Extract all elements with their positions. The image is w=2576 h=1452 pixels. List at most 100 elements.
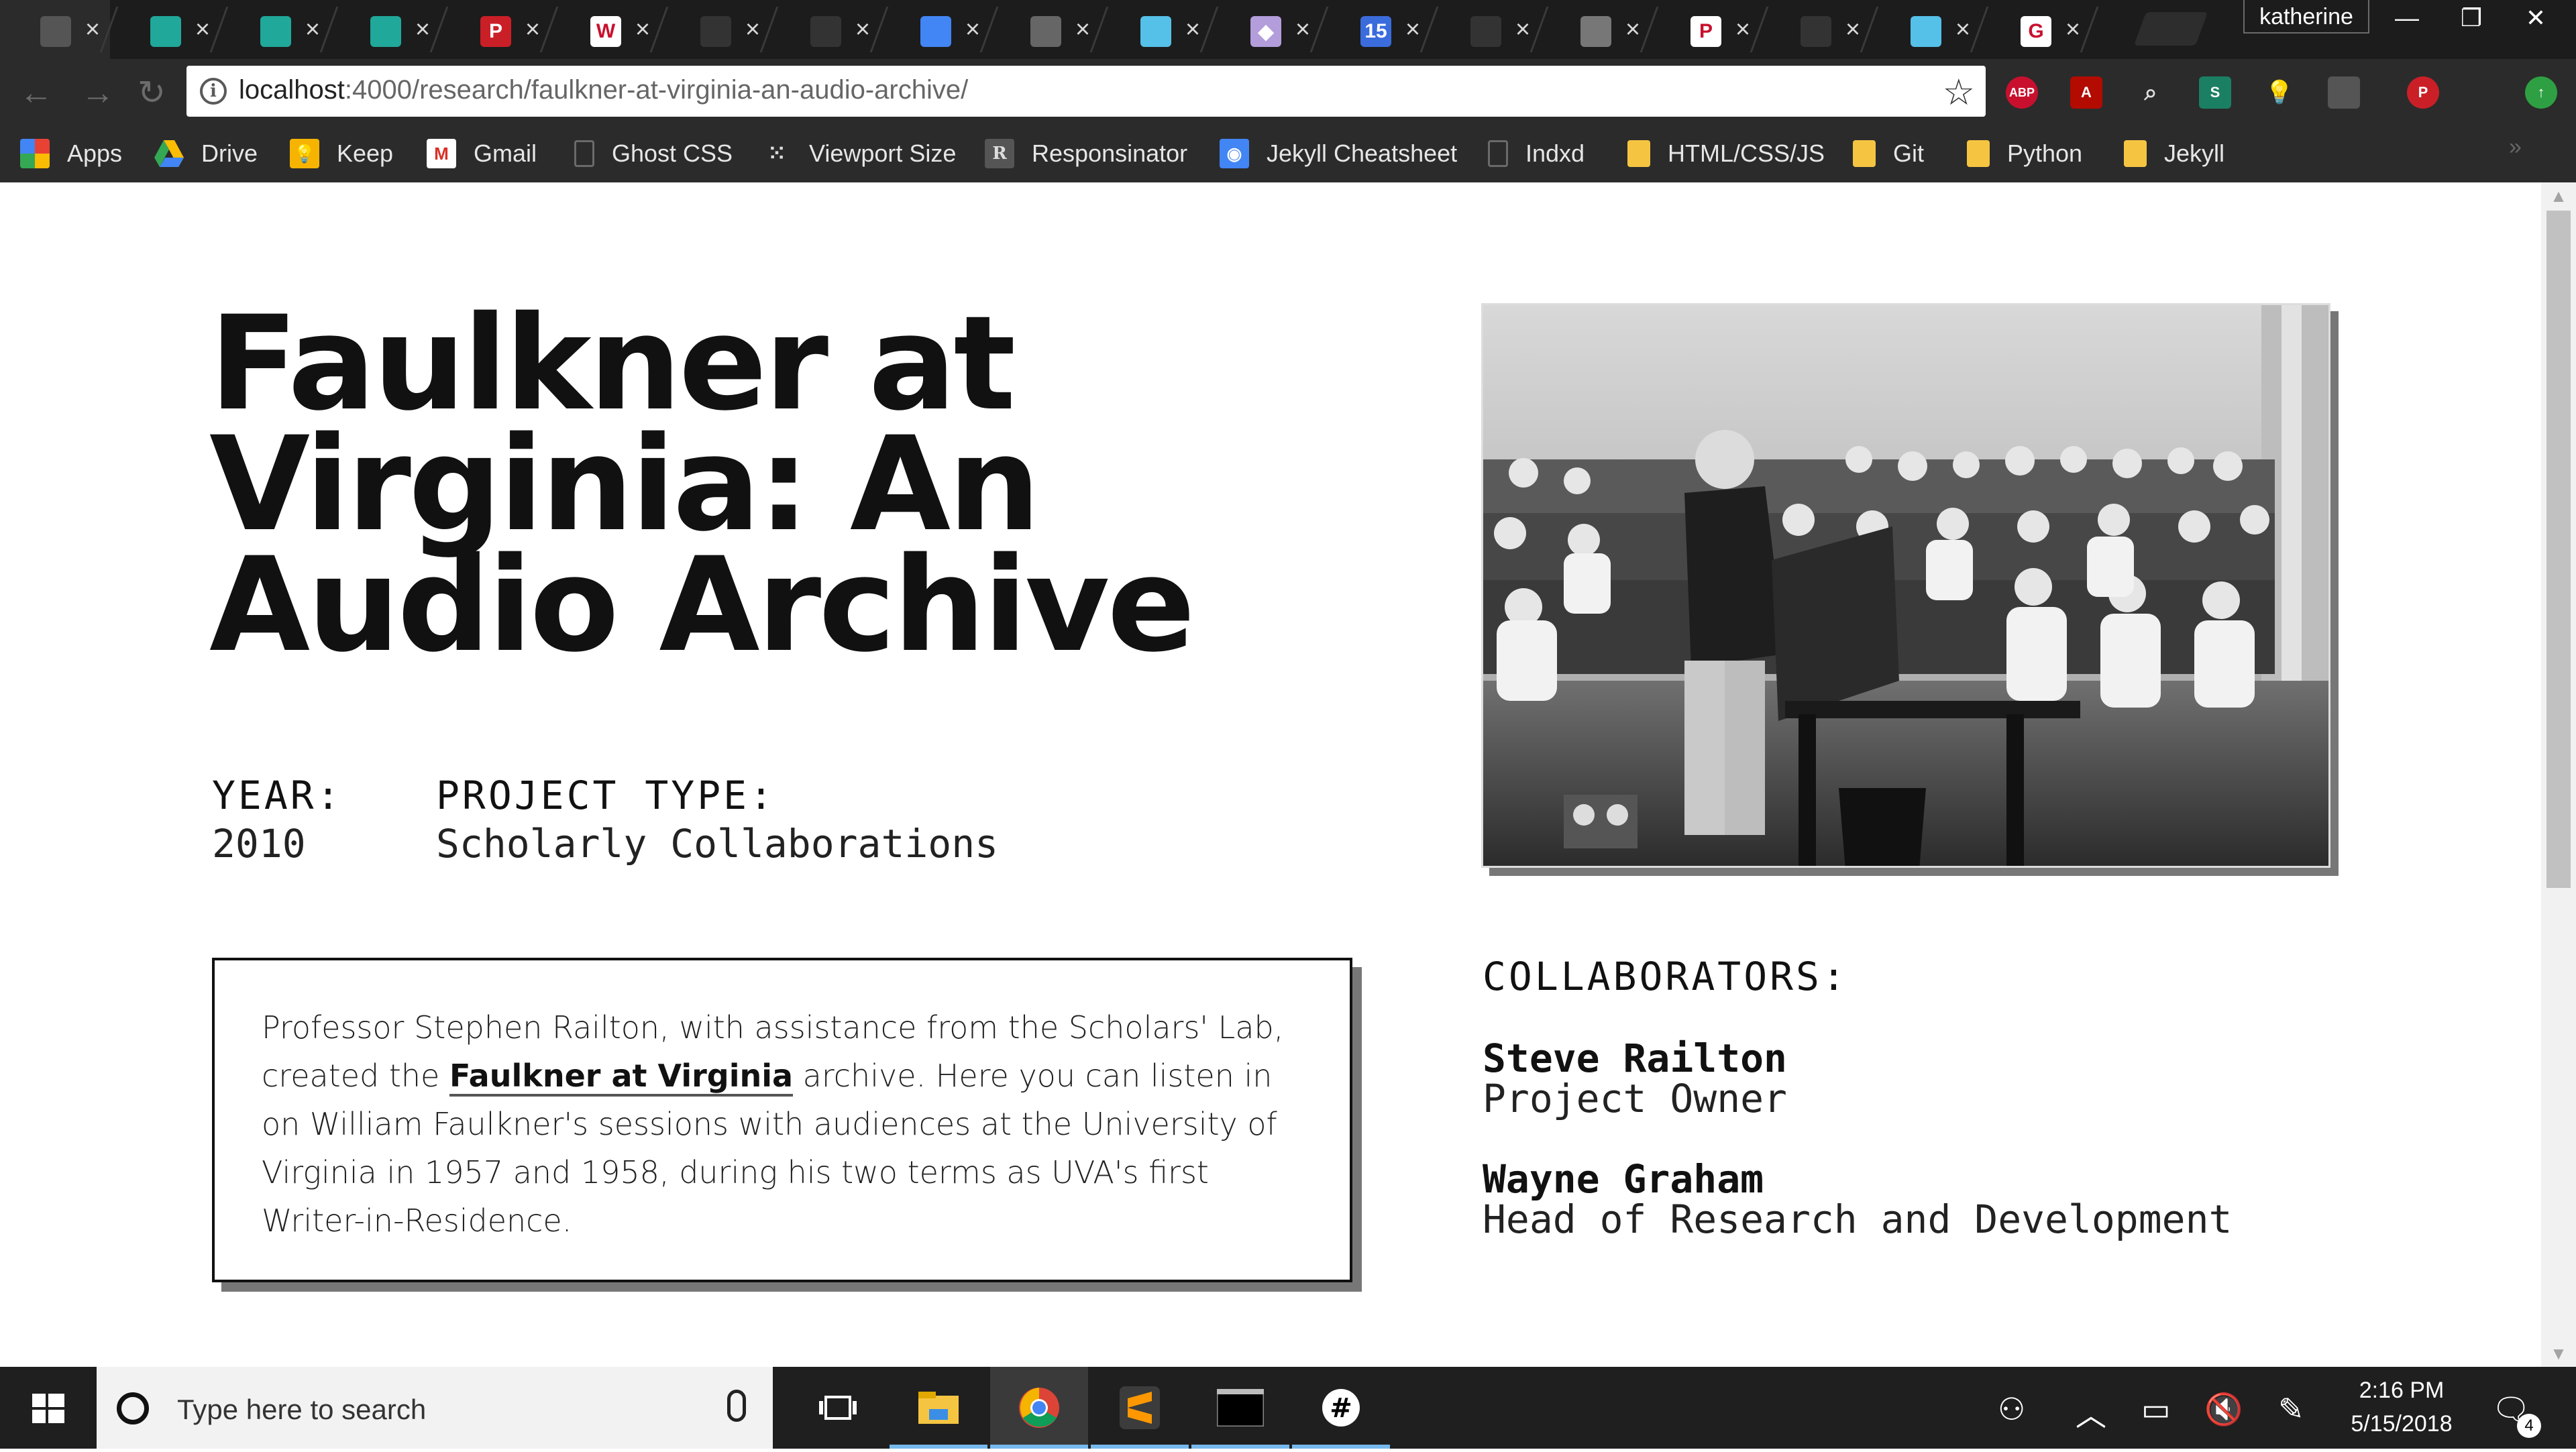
minimize-button[interactable]: — xyxy=(2375,0,2439,36)
tab-close-icon[interactable]: × xyxy=(1509,13,1536,46)
browser-tab[interactable]: × xyxy=(1100,0,1219,59)
browser-tab[interactable]: 15 × xyxy=(1320,0,1439,59)
browser-tab[interactable]: × xyxy=(220,0,339,59)
tab-close-icon[interactable]: × xyxy=(79,13,106,46)
clock-date[interactable]: 5/15/2018 xyxy=(2328,1411,2475,1437)
tab-close-icon[interactable]: × xyxy=(2059,13,2086,46)
tab-close-icon[interactable]: × xyxy=(1069,13,1096,46)
show-hidden-icons-icon[interactable]: ︿ xyxy=(2076,1391,2106,1435)
tab-close-icon[interactable]: × xyxy=(849,13,876,46)
faulkner-at-virginia-link[interactable]: Faulkner at Virginia xyxy=(449,1058,794,1097)
adblock-icon[interactable]: ABP xyxy=(2006,76,2038,109)
bookmark-label: Responsinator xyxy=(1032,139,1188,167)
profile-button[interactable]: katherine xyxy=(2243,0,2369,34)
s-extension-icon[interactable]: S xyxy=(2199,76,2231,109)
bookmark-folder-jekyll[interactable]: Jekyll xyxy=(2124,137,2224,170)
browser-tab[interactable]: ◆ × xyxy=(1210,0,1329,59)
browser-tab[interactable]: × xyxy=(880,0,999,59)
browser-tab[interactable]: W × xyxy=(550,0,669,59)
bookmark-gmail[interactable]: M Gmail xyxy=(427,137,537,170)
volume-muted-icon[interactable]: 🔇 xyxy=(2204,1391,2243,1428)
restore-button[interactable]: ❐ xyxy=(2439,0,2504,36)
tab-favicon-icon: ◆ xyxy=(1250,16,1281,47)
tab-close-icon[interactable]: × xyxy=(1179,13,1206,46)
bookmark-star-icon[interactable]: ☆ xyxy=(1943,71,1975,113)
info-icon[interactable]: i xyxy=(200,78,227,105)
file-explorer-icon[interactable] xyxy=(890,1367,987,1449)
tab-close-icon[interactable]: × xyxy=(299,13,326,46)
tab-close-icon[interactable]: × xyxy=(959,13,986,46)
people-icon[interactable]: ⚇ xyxy=(1998,1391,2025,1427)
clock-time[interactable]: 2:16 PM xyxy=(2328,1378,2475,1404)
tab-favicon-icon xyxy=(260,16,291,47)
browser-tab[interactable]: × xyxy=(660,0,779,59)
pen-workspace-icon[interactable]: ✎ xyxy=(2278,1391,2304,1427)
tab-close-icon[interactable]: × xyxy=(1729,13,1756,46)
bookmark-viewport-size[interactable]: ⁙ Viewport Size xyxy=(762,137,957,170)
bookmark-apps[interactable]: Apps xyxy=(20,137,122,170)
url-host: localhost xyxy=(239,75,345,105)
browser-tab[interactable]: × xyxy=(770,0,889,59)
back-arrow-icon[interactable]: ← xyxy=(16,72,56,113)
address-bar[interactable]: i localhost:4000/research/faulkner-at-vi… xyxy=(186,66,1986,117)
acrobat-icon[interactable]: A xyxy=(2070,76,2102,109)
tab-close-icon[interactable]: × xyxy=(189,13,216,46)
tab-close-icon[interactable]: × xyxy=(1619,13,1646,46)
extension-icon[interactable] xyxy=(2328,76,2360,109)
tab-close-icon[interactable]: × xyxy=(629,13,656,46)
microphone-icon[interactable] xyxy=(727,1390,746,1422)
browser-tab[interactable]: × xyxy=(1760,0,1879,59)
bookmark-folder-python[interactable]: Python xyxy=(1967,137,2082,170)
tab-close-icon[interactable]: × xyxy=(1399,13,1426,46)
tab-close-icon[interactable]: × xyxy=(1949,13,1976,46)
browser-tab[interactable]: × xyxy=(330,0,449,59)
tab-close-icon[interactable]: × xyxy=(1289,13,1316,46)
sublime-text-icon[interactable] xyxy=(1091,1367,1189,1449)
tab-close-icon[interactable]: × xyxy=(409,13,436,46)
browser-tab[interactable]: × xyxy=(1430,0,1549,59)
browser-tab[interactable]: G × xyxy=(1980,0,2099,59)
bookmark-keep[interactable]: 💡 Keep xyxy=(290,137,393,170)
slack-icon[interactable]: # xyxy=(1292,1367,1390,1449)
bookmark-indxd[interactable]: Indxd xyxy=(1488,137,1585,170)
reload-icon[interactable]: ↻ xyxy=(131,72,172,113)
bookmark-ghost-css[interactable]: Ghost CSS xyxy=(574,137,733,170)
faulkner-lecture-photo xyxy=(1481,303,2330,868)
windows-start-icon[interactable] xyxy=(0,1367,97,1449)
search-extension-icon[interactable]: ⌕ xyxy=(2135,76,2167,109)
browser-tab[interactable]: × xyxy=(110,0,229,59)
browser-tab[interactable]: × xyxy=(1870,0,1989,59)
scroll-down-arrow-icon[interactable]: ▼ xyxy=(2541,1340,2576,1367)
battery-icon[interactable]: ▭ xyxy=(2141,1391,2170,1427)
vertical-scrollbar[interactable]: ▲ ▼ xyxy=(2541,182,2576,1367)
pinterest-icon[interactable]: P xyxy=(2407,76,2439,109)
terminal-icon[interactable] xyxy=(1191,1367,1289,1449)
browser-tab[interactable]: × xyxy=(990,0,1109,59)
bookmark-jekyll-cheatsheet[interactable]: ◉ Jekyll Cheatsheet xyxy=(1220,137,1457,170)
tab-close-icon[interactable]: × xyxy=(1839,13,1866,46)
bookmark-drive[interactable]: Drive xyxy=(154,137,258,170)
scroll-up-arrow-icon[interactable]: ▲ xyxy=(2541,182,2576,209)
bookmark-folder-git[interactable]: Git xyxy=(1853,137,1924,170)
tab-close-icon[interactable]: × xyxy=(739,13,766,46)
jekyll-icon: ◉ xyxy=(1220,139,1249,168)
new-tab-button[interactable] xyxy=(2133,12,2208,46)
bookmarks-overflow-icon[interactable]: » xyxy=(2509,134,2522,160)
browser-tab[interactable]: × xyxy=(1540,0,1659,59)
chrome-taskbar-icon[interactable] xyxy=(990,1367,1088,1449)
tab-close-icon[interactable]: × xyxy=(519,13,546,46)
scroll-thumb[interactable] xyxy=(2546,211,2571,888)
bookmark-folder-html-css-js[interactable]: HTML/CSS/JS xyxy=(1627,137,1825,170)
forward-arrow-icon[interactable]: → xyxy=(78,72,118,113)
close-window-button[interactable]: ✕ xyxy=(2504,0,2568,36)
task-view-icon[interactable] xyxy=(789,1367,887,1449)
bulb-icon[interactable]: 💡 xyxy=(2263,76,2296,109)
update-icon[interactable]: ↑ xyxy=(2525,76,2557,109)
browser-tab[interactable]: × xyxy=(0,0,119,59)
taskbar-search-box[interactable]: Type here to search xyxy=(97,1367,773,1449)
url-text[interactable]: localhost:4000/research/faulkner-at-virg… xyxy=(239,75,968,105)
browser-tab[interactable]: P × xyxy=(1650,0,1769,59)
bookmark-label: Keep xyxy=(337,139,394,167)
browser-tab[interactable]: P × xyxy=(440,0,559,59)
bookmark-responsinator[interactable]: R Responsinator xyxy=(985,137,1187,170)
